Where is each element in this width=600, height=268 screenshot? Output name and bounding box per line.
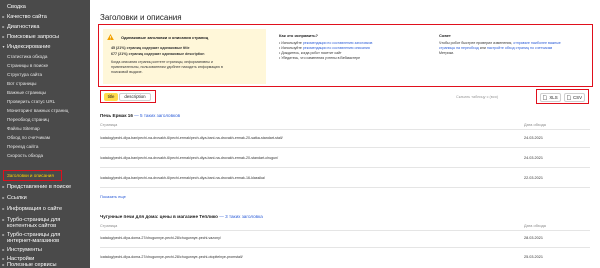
chevron-down-icon: ▾ xyxy=(2,44,5,49)
filter-description-chip[interactable]: description xyxy=(119,93,151,101)
export-xls-button[interactable]: XLS xyxy=(540,93,561,102)
fix-line: • Используйте рекомендации по составлени… xyxy=(279,46,370,50)
warning-line: привлекательны, пользователям удобнее на… xyxy=(111,65,223,69)
divider xyxy=(100,187,590,188)
fix-link-titles[interactable]: рекомендации по составлению заголовков xyxy=(303,41,373,45)
sidebar-item-links[interactable]: ▸ Ссылки xyxy=(0,195,90,201)
table-row-url[interactable]: /catalog/pechi-dlya-ban/pechi-na-drovakh… xyxy=(100,156,278,160)
sidebar-item-turbo-shops[interactable]: ▸ Турбо-страницы для интернет-магазинов xyxy=(0,232,90,244)
table-row-url[interactable]: /catalog/pechi-dlya-doma-27/chugunnye-pe… xyxy=(100,236,221,240)
warning-icon xyxy=(107,34,114,40)
chevron-right-icon: ▸ xyxy=(2,206,5,211)
sidebar-sub-counters[interactable]: Обход по счетчикам xyxy=(7,135,50,140)
sidebar-sub-site-structure[interactable]: Структура сайта xyxy=(7,72,42,77)
sidebar-sub-recrawl[interactable]: Переобход страниц xyxy=(7,117,49,122)
sidebar-sub-these-pages[interactable]: Вот страницы xyxy=(7,81,36,86)
fix-link-descriptions[interactable]: рекомендации по составлению описания xyxy=(303,46,370,50)
filter-title-chip[interactable]: title xyxy=(104,93,118,101)
file-icon xyxy=(543,95,548,100)
advice-link-recrawl-pages[interactable]: страницы на переобход xyxy=(439,46,479,50)
page-title: Заголовки и описания xyxy=(100,13,182,22)
sidebar-item-indexing[interactable]: ▾ Индексирование xyxy=(0,44,90,50)
sidebar-sub-pages-in-search[interactable]: Страницы в поиске xyxy=(7,63,48,68)
export-label: Скачать таблицу с (вся) xyxy=(456,95,498,99)
table-row-date: 24.03.2021 xyxy=(524,136,544,140)
sidebar-sub-check-url[interactable]: Проверить статус URL xyxy=(7,99,55,104)
sidebar-item-site-quality[interactable]: ▸ Качество сайта xyxy=(0,14,90,20)
divider xyxy=(100,230,590,231)
chevron-right-icon: ▸ xyxy=(2,34,5,39)
fix-line: • Убедитесь, что изменения учтены в Вебм… xyxy=(279,56,361,60)
group-title: Печь Ермак 16 — 5 таких заголовков xyxy=(100,113,181,118)
sidebar: Сводка ▸ Качество сайта ▸ Диагностика ▸ Пои… xyxy=(0,0,90,268)
file-icon xyxy=(567,95,571,100)
sidebar-item-search-queries[interactable]: ▸ Поисковые запросы xyxy=(0,34,90,40)
sidebar-item-site-info[interactable]: ▸ Информация о сайте xyxy=(0,206,90,212)
divider xyxy=(100,147,590,148)
chevron-right-icon: ▸ xyxy=(2,184,5,189)
sidebar-sub-crawl-stats[interactable]: Статистика обхода xyxy=(7,54,47,59)
warning-line: 45 (21%) страниц содержат одинаковые tit… xyxy=(111,46,190,50)
sidebar-sub-crawl-speed[interactable]: Скорость обхода xyxy=(7,153,43,158)
warning-title: Одинаковые заголовки и описания страниц xyxy=(121,35,209,40)
table-row-date: 22.03.2021 xyxy=(524,176,544,180)
sidebar-sub-monitoring[interactable]: Мониторинг важных страниц xyxy=(7,108,68,113)
chevron-right-icon: ▸ xyxy=(2,247,5,252)
sidebar-sub-important-pages[interactable]: Важные страницы xyxy=(7,90,46,95)
warning-line: Когда описания страниц контент страницы,… xyxy=(111,60,213,64)
divider xyxy=(100,167,590,168)
warning-card: Одинаковые заголовки и описания страниц … xyxy=(103,29,266,84)
column-header-page: Страница xyxy=(100,123,118,127)
sidebar-item-tools[interactable]: ▸ Инструменты xyxy=(0,247,90,253)
info-panel: Одинаковые заголовки и описания страниц … xyxy=(98,24,593,87)
advice-line: Метрики. xyxy=(439,51,455,55)
table-row-date: 28.03.2021 xyxy=(524,236,544,240)
table-row-url[interactable]: /catalog/pechi-dlya-ban/pechi-na-drovakh… xyxy=(100,136,283,140)
column-header-date: Дата обхода xyxy=(524,123,546,127)
sidebar-item-summary[interactable]: Сводка xyxy=(0,4,90,10)
warning-line: поисковой выдаче. xyxy=(111,70,143,74)
chevron-right-icon: ▸ xyxy=(2,195,5,200)
sidebar-item-diagnostics[interactable]: ▸ Диагностика xyxy=(0,24,90,30)
column-header-page: Страница xyxy=(100,224,118,228)
group-count-link[interactable]: — 3 таких заголовка xyxy=(218,214,263,219)
sidebar-sub-sitemap[interactable]: Файлы Sitemap xyxy=(7,126,40,131)
chevron-right-icon: ▸ xyxy=(2,262,5,267)
sidebar-item-search-appearance[interactable]: ▸ Представление в поиске xyxy=(0,184,90,190)
table-row-url[interactable]: /catalog/pechi-dlya-doma-27/chugunnye-pe… xyxy=(100,255,243,259)
chevron-right-icon: ▸ xyxy=(2,24,5,29)
group-title: Чугунные печи для дома: цены в магазине … xyxy=(100,214,263,219)
table-row-date: 25.03.2021 xyxy=(524,255,544,259)
fix-title: Как это исправить? xyxy=(279,33,318,38)
table-row-date: 24.03.2021 xyxy=(524,156,544,160)
export-csv-button[interactable]: CSV xyxy=(564,93,585,102)
fix-line: • Используйте рекомендации по составлени… xyxy=(279,41,373,45)
group-count-link[interactable]: — 5 таких заголовков xyxy=(133,113,180,118)
advice-link-recrawl[interactable]: отправьте наиболее важные xyxy=(513,41,561,45)
chevron-right-icon: ▸ xyxy=(2,232,5,237)
warning-line: 677 (21%) страниц содержат одинаковые de… xyxy=(111,52,205,56)
advice-line: Чтобы робот быстрее проверил изменения, … xyxy=(439,41,561,45)
main-content: Заголовки и описания Одинаковые заголовк… xyxy=(90,0,600,268)
advice-link-counters[interactable]: настройте обход страниц по счетчикам xyxy=(487,46,552,50)
advice-title: Совет xyxy=(439,33,451,38)
table-row-url[interactable]: /catalog/pechi-dlya-ban/pechi-na-drovakh… xyxy=(100,176,265,180)
chevron-right-icon: ▸ xyxy=(2,14,5,19)
column-header-date: Дата обхода xyxy=(524,224,546,228)
chevron-right-icon: ▸ xyxy=(2,217,5,222)
show-more-link[interactable]: Показать еще xyxy=(100,194,126,199)
sidebar-item-useful-services[interactable]: ▸ Полезные сервисы xyxy=(0,262,90,268)
sidebar-item-turbo-content[interactable]: ▸ Турбо-страницы для контентных сайтов xyxy=(0,217,90,229)
advice-line: страницы на переобход или настройте обхо… xyxy=(439,46,553,50)
divider xyxy=(100,129,590,130)
sidebar-sub-titles-descriptions[interactable]: Заголовки и описания xyxy=(7,173,54,178)
divider xyxy=(100,247,590,248)
fix-line: • Дождитесь, когда робот посетит сайт xyxy=(279,51,342,55)
sidebar-sub-site-move[interactable]: Переезд сайта xyxy=(7,144,38,149)
